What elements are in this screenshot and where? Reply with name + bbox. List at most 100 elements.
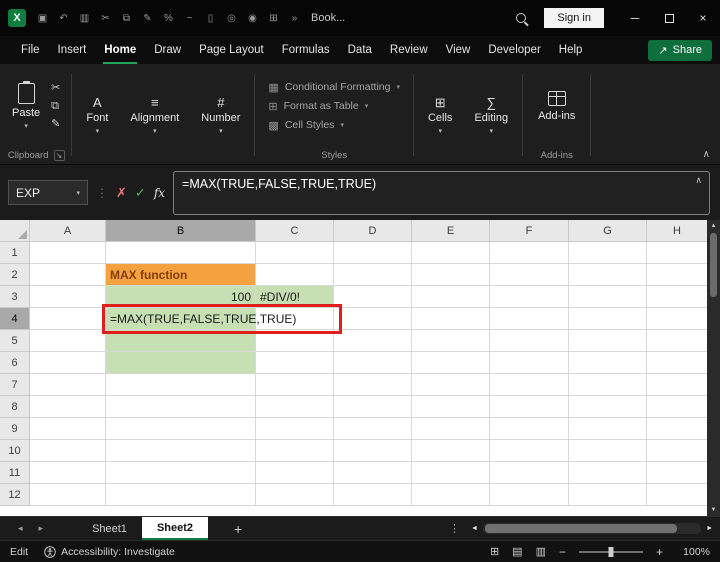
column-header-A[interactable]: A	[30, 220, 106, 242]
table-icon[interactable]: ⊞	[263, 13, 284, 24]
workbook-icon[interactable]: ▥	[74, 13, 95, 24]
cell-E6[interactable]	[412, 352, 490, 374]
ribbon-tab-file[interactable]: File	[12, 36, 49, 64]
cell-B12[interactable]	[106, 484, 256, 506]
number-group-button[interactable]: # Number ▾	[190, 66, 251, 164]
cell-C8[interactable]	[256, 396, 334, 418]
insert-function-button[interactable]: fx	[154, 186, 165, 200]
ribbon-tab-draw[interactable]: Draw	[145, 36, 190, 64]
cell-F4[interactable]	[490, 308, 569, 330]
link-icon[interactable]: ◎	[221, 13, 242, 24]
cell-A7[interactable]	[30, 374, 106, 396]
zoom-slider-thumb[interactable]	[608, 546, 614, 557]
cell-E1[interactable]	[412, 242, 490, 264]
sheet-nav-left-icon[interactable]: ◂	[10, 523, 31, 534]
sheet-tab-sheet1[interactable]: Sheet1	[77, 517, 142, 540]
cell-B10[interactable]	[106, 440, 256, 462]
cell-C3[interactable]: #DIV/0!	[256, 286, 334, 308]
ribbon-tab-developer[interactable]: Developer	[479, 36, 549, 64]
ribbon-tab-home[interactable]: Home	[95, 36, 145, 64]
cell-E12[interactable]	[412, 484, 490, 506]
cell-B4[interactable]: =MAX(TRUE,FALSE,TRUE,TRUE)	[106, 308, 296, 330]
cell-F10[interactable]	[490, 440, 569, 462]
cell-A9[interactable]	[30, 418, 106, 440]
format-painter-button[interactable]: ✎	[51, 118, 60, 130]
column-header-E[interactable]: E	[412, 220, 490, 242]
cell-F1[interactable]	[490, 242, 569, 264]
cut-icon[interactable]: ✂	[95, 13, 116, 24]
cell-A8[interactable]	[30, 396, 106, 418]
cell-A4[interactable]	[30, 308, 106, 330]
cell-C9[interactable]	[256, 418, 334, 440]
row-header-1[interactable]: 1	[0, 242, 30, 264]
sheet-tab-sheet2[interactable]: Sheet2	[141, 517, 209, 540]
add-ins-button[interactable]: Add-ins	[526, 90, 587, 122]
conditional-formatting-button[interactable]: ▦ Conditional Formatting ▾	[268, 81, 400, 94]
horizontal-scrollbar[interactable]: ◄ ►	[468, 517, 720, 540]
cell-H3[interactable]	[647, 286, 707, 308]
ribbon-tab-page-layout[interactable]: Page Layout	[190, 36, 273, 64]
cell-C7[interactable]	[256, 374, 334, 396]
sheet-bar-menu-icon[interactable]: ⋮	[441, 522, 468, 535]
cell-D4[interactable]	[334, 308, 412, 330]
column-header-H[interactable]: H	[647, 220, 707, 242]
cut-button[interactable]: ✂	[51, 82, 60, 94]
cell-H10[interactable]	[647, 440, 707, 462]
cell-E7[interactable]	[412, 374, 490, 396]
cell-E2[interactable]	[412, 264, 490, 286]
scroll-down-icon[interactable]: ▼	[711, 507, 717, 513]
scroll-right-icon[interactable]: ►	[703, 525, 716, 532]
name-box[interactable]: EXP ▾	[8, 180, 88, 205]
column-header-D[interactable]: D	[334, 220, 412, 242]
cell-G4[interactable]	[569, 308, 647, 330]
cell-C10[interactable]	[256, 440, 334, 462]
cell-H12[interactable]	[647, 484, 707, 506]
cell-F7[interactable]	[490, 374, 569, 396]
row-header-9[interactable]: 9	[0, 418, 30, 440]
cell-C12[interactable]	[256, 484, 334, 506]
formula-input[interactable]: =MAX(TRUE,FALSE,TRUE,TRUE) ∧	[173, 170, 710, 215]
cell-F3[interactable]	[490, 286, 569, 308]
share-button[interactable]: ↗ Share	[648, 39, 712, 61]
font-group-button[interactable]: A Font ▾	[75, 66, 119, 164]
camera-icon[interactable]: ◉	[242, 13, 263, 24]
cell-D8[interactable]	[334, 396, 412, 418]
cell-D1[interactable]	[334, 242, 412, 264]
row-header-2[interactable]: 2	[0, 264, 30, 286]
cancel-button[interactable]: ✗	[116, 185, 127, 201]
cell-A5[interactable]	[30, 330, 106, 352]
cell-F2[interactable]	[490, 264, 569, 286]
zoom-out-button[interactable]: −	[559, 545, 566, 559]
cell-B1[interactable]	[106, 242, 256, 264]
ribbon-tab-view[interactable]: View	[437, 36, 480, 64]
ribbon-tab-formulas[interactable]: Formulas	[273, 36, 339, 64]
cell-B11[interactable]	[106, 462, 256, 484]
cell-H5[interactable]	[647, 330, 707, 352]
cell-A6[interactable]	[30, 352, 106, 374]
new-document-icon[interactable]: ▯	[200, 13, 221, 24]
cell-F12[interactable]	[490, 484, 569, 506]
cell-H1[interactable]	[647, 242, 707, 264]
cell-D12[interactable]	[334, 484, 412, 506]
cell-G12[interactable]	[569, 484, 647, 506]
search-icon[interactable]	[516, 13, 527, 23]
column-header-F[interactable]: F	[490, 220, 569, 242]
cell-D6[interactable]	[334, 352, 412, 374]
scroll-up-icon[interactable]: ▲	[711, 223, 717, 229]
cell-D9[interactable]	[334, 418, 412, 440]
cell-H6[interactable]	[647, 352, 707, 374]
cell-A12[interactable]	[30, 484, 106, 506]
normal-view-button[interactable]: ⊞	[490, 545, 499, 558]
vertical-scroll-thumb[interactable]	[710, 233, 717, 297]
cell-G11[interactable]	[569, 462, 647, 484]
row-header-6[interactable]: 6	[0, 352, 30, 374]
row-header-4[interactable]: 4	[0, 308, 30, 330]
save-icon[interactable]: ▣	[32, 13, 53, 24]
formula-bar-collapse-icon[interactable]: ∧	[695, 175, 702, 186]
editing-group-button[interactable]: ∑ Editing ▾	[463, 66, 519, 164]
sheet-nav-right-icon[interactable]: ▸	[31, 523, 52, 534]
paste-button[interactable]: Paste ▾	[12, 81, 40, 130]
cell-G7[interactable]	[569, 374, 647, 396]
draw-icon[interactable]: ~	[179, 13, 200, 24]
cell-A2[interactable]	[30, 264, 106, 286]
